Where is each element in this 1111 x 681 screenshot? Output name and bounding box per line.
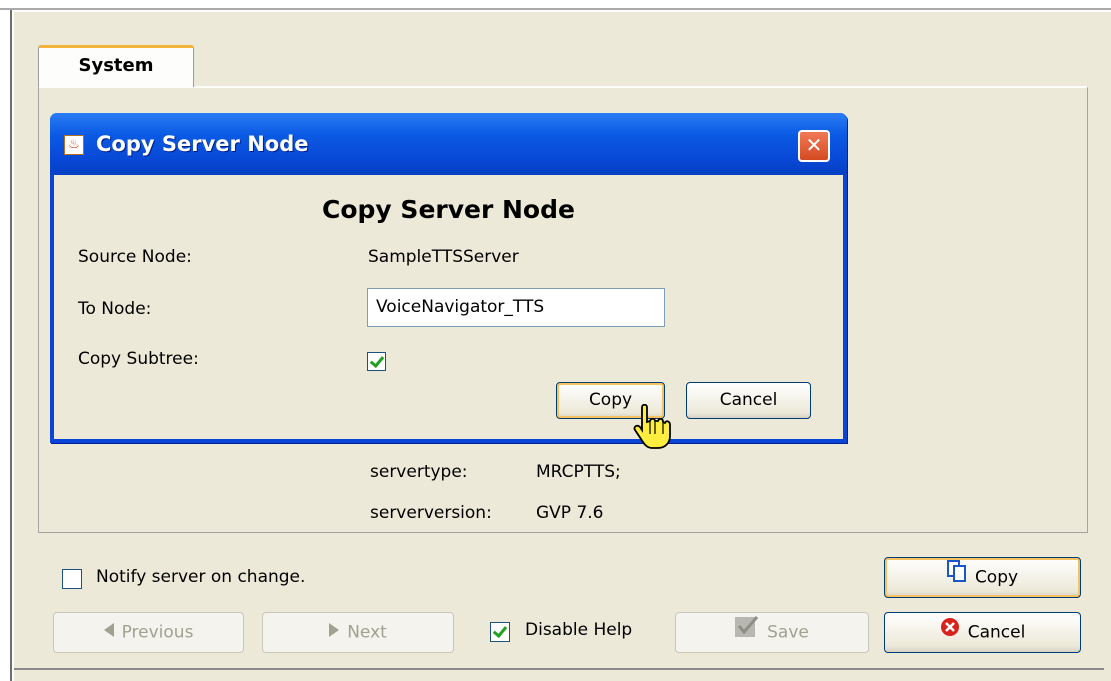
java-app-icon: ♨	[64, 135, 84, 155]
dialog-cancel-button[interactable]: Cancel	[686, 382, 811, 419]
prop-value-servertype: MRCPTTS;	[536, 462, 621, 482]
close-icon: ✕	[805, 133, 823, 157]
disable-help-label: Disable Help	[525, 620, 633, 640]
copy-button[interactable]: Copy	[884, 557, 1081, 598]
prop-key-servertype: servertype:	[370, 462, 468, 482]
source-node-value: SampleTTSServer	[368, 247, 519, 267]
copy-label: Copy	[974, 567, 1019, 588]
source-node-label: Source Node:	[78, 247, 192, 267]
prop-key-serverversion: serverversion:	[370, 503, 492, 523]
save-label: Save	[767, 622, 809, 643]
arrow-right-icon	[329, 613, 340, 652]
notify-server-checkbox[interactable]	[62, 569, 82, 589]
dialog-copy-label: Copy	[588, 390, 633, 410]
bottom-border	[14, 668, 1104, 670]
previous-label: Previous	[121, 622, 194, 643]
tab-system[interactable]: System	[38, 45, 194, 87]
cancel-icon	[940, 613, 960, 652]
close-button[interactable]: ✕	[798, 130, 830, 162]
copy-subtree-checkbox[interactable]	[367, 352, 386, 371]
save-button[interactable]: Save	[675, 612, 869, 653]
dialog-cancel-label: Cancel	[719, 390, 778, 410]
left-border	[10, 10, 12, 681]
to-node-label: To Node:	[78, 299, 152, 319]
cancel-label: Cancel	[967, 622, 1026, 643]
save-check-icon	[735, 613, 759, 652]
copy-subtree-label: Copy Subtree:	[78, 349, 199, 369]
disable-help-checkbox[interactable]	[490, 622, 510, 642]
top-border	[0, 8, 1111, 10]
dialog-title: Copy Server Node	[96, 132, 309, 156]
notify-server-label: Notify server on change.	[96, 567, 306, 587]
arrow-left-icon	[103, 613, 114, 652]
next-label: Next	[347, 622, 387, 643]
next-button[interactable]: Next	[262, 612, 454, 653]
to-node-input[interactable]: VoiceNavigator_TTS	[367, 288, 665, 327]
copy-icon	[946, 558, 967, 597]
cancel-button[interactable]: Cancel	[884, 612, 1081, 653]
prop-value-serverversion: GVP 7.6	[536, 503, 604, 523]
dialog-titlebar[interactable]: ♨ Copy Server Node ✕	[50, 113, 847, 175]
dialog-heading: Copy Server Node	[322, 195, 575, 224]
hand-pointer-icon	[633, 404, 671, 449]
previous-button[interactable]: Previous	[53, 612, 244, 653]
